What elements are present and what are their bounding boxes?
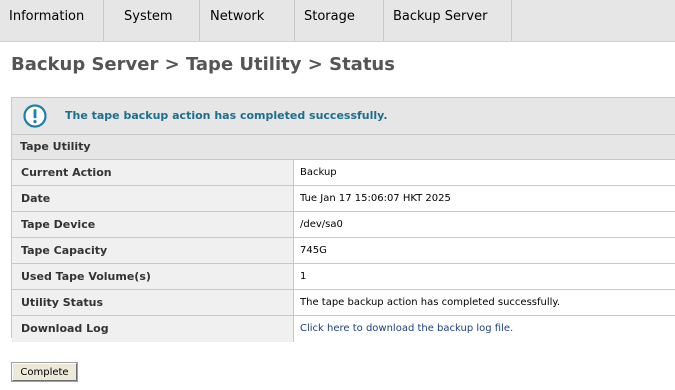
row-value: /dev/sa0 xyxy=(294,212,675,237)
tab-information[interactable]: Information xyxy=(0,0,104,41)
row-value: Click here to download the backup log fi… xyxy=(294,316,675,342)
row-value: The tape backup action has completed suc… xyxy=(294,290,675,315)
row-value: Backup xyxy=(294,160,675,185)
tab-network[interactable]: Network xyxy=(201,0,295,41)
tab-backup-server[interactable]: Backup Server xyxy=(384,0,512,41)
page-title: Backup Server > Tape Utility > Status xyxy=(11,54,395,75)
row-label: Download Log xyxy=(12,316,294,342)
tab-system[interactable]: System xyxy=(115,0,200,41)
row-value: 1 xyxy=(294,264,675,289)
tab-storage[interactable]: Storage xyxy=(295,0,384,41)
row-value: Tue Jan 17 15:06:07 HKT 2025 xyxy=(294,186,675,211)
table-row: Download Log Click here to download the … xyxy=(12,316,675,342)
complete-button[interactable]: Complete xyxy=(11,362,78,382)
row-label: Tape Device xyxy=(12,212,294,237)
table-row: Tape Device /dev/sa0 xyxy=(12,212,675,238)
top-navigation: Information System Network Storage Backu… xyxy=(0,0,675,42)
table-row: Utility Status The tape backup action ha… xyxy=(12,290,675,316)
row-value: 745G xyxy=(294,238,675,263)
table-row: Tape Capacity 745G xyxy=(12,238,675,264)
download-log-link[interactable]: Click here to download the backup log fi… xyxy=(300,323,513,334)
section-title: Tape Utility xyxy=(12,135,675,160)
row-label: Used Tape Volume(s) xyxy=(12,264,294,289)
table-row: Used Tape Volume(s) 1 xyxy=(12,264,675,290)
row-label: Current Action xyxy=(12,160,294,185)
row-label: Utility Status xyxy=(12,290,294,315)
table-row: Date Tue Jan 17 15:06:07 HKT 2025 xyxy=(12,186,675,212)
notice-message: The tape backup action has completed suc… xyxy=(65,109,388,122)
status-panel: The tape backup action has completed suc… xyxy=(11,97,675,342)
info-icon xyxy=(23,104,47,128)
row-label: Tape Capacity xyxy=(12,238,294,263)
table-row: Current Action Backup xyxy=(12,160,675,186)
notice-banner: The tape backup action has completed suc… xyxy=(12,98,675,135)
row-label: Date xyxy=(12,186,294,211)
